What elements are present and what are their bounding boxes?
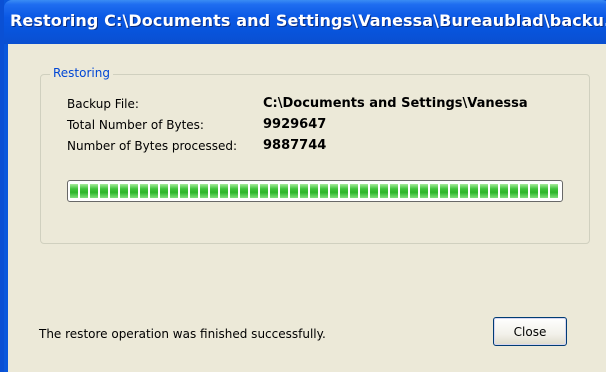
groupbox-legend: Restoring: [50, 66, 113, 80]
title-bar[interactable]: Restoring C:\Documents and Settings\Vane…: [4, 0, 606, 44]
restoring-groupbox: Restoring Backup File: C:\Documents and …: [40, 66, 590, 244]
status-message: The restore operation was finished succe…: [39, 327, 326, 341]
dialog-body: Restoring Backup File: C:\Documents and …: [8, 44, 606, 372]
backup-file-value: C:\Documents and Settings\Vanessa: [263, 96, 528, 111]
bytes-processed-label: Number of Bytes processed:: [67, 139, 238, 153]
total-bytes-label: Total Number of Bytes:: [67, 118, 204, 132]
restore-dialog: Restoring C:\Documents and Settings\Vane…: [0, 0, 606, 372]
progress-bar-fill: [70, 184, 559, 198]
backup-file-label: Backup File:: [67, 97, 139, 111]
window-title: Restoring C:\Documents and Settings\Vane…: [10, 11, 606, 30]
close-button[interactable]: Close: [493, 317, 567, 346]
bytes-processed-value: 9887744: [263, 138, 327, 153]
restore-progress-bar: [67, 180, 563, 202]
total-bytes-value: 9929647: [263, 117, 327, 132]
